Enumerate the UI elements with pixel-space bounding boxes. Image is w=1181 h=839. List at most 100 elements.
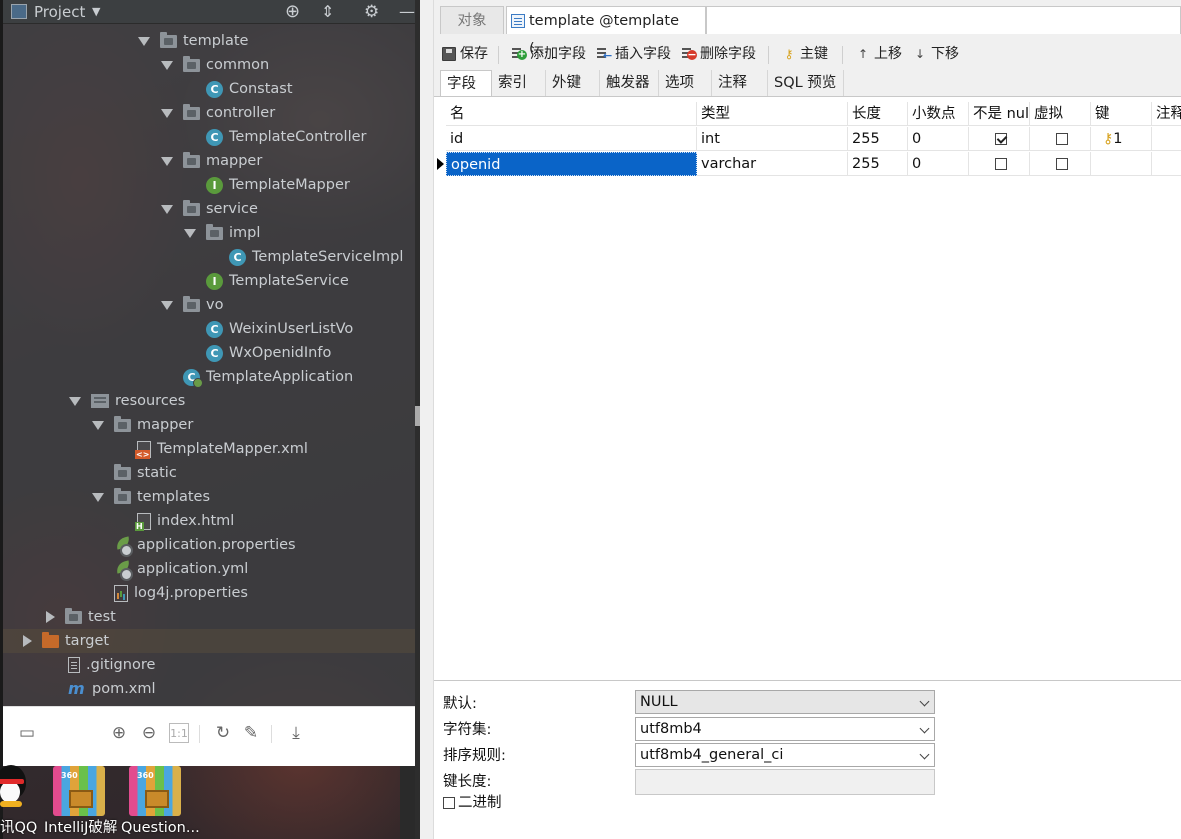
delete-field-button[interactable]: 删除字段 xyxy=(680,42,756,66)
virtual-checkbox[interactable] xyxy=(1056,133,1068,145)
collation-select[interactable]: utf8mb4_general_ci xyxy=(635,743,935,767)
move-up-button[interactable]: ↑ 上移 xyxy=(854,42,902,66)
tree-item[interactable]: <> TemplateMapper.xml xyxy=(115,437,308,461)
qq-label[interactable]: 讯QQ xyxy=(0,818,37,838)
pencil-icon[interactable]: ✎ xyxy=(241,723,261,743)
insert-field-button[interactable]: 插入字段 xyxy=(595,42,671,66)
tree-item[interactable]: templates xyxy=(92,485,210,509)
chevron-down-icon[interactable]: ▼ xyxy=(92,0,100,24)
cell-decimals[interactable]: 0 xyxy=(908,127,969,151)
tree-item[interactable]: I TemplateMapper xyxy=(184,173,350,197)
column-header-virtual[interactable]: 虚拟 xyxy=(1030,102,1091,126)
subtab-item[interactable]: 注释 xyxy=(712,70,768,96)
tree-item[interactable]: m pom.xml xyxy=(46,677,156,701)
zoom-out-icon[interactable]: ⊖ xyxy=(139,723,159,743)
tree-item[interactable]: C WeixinUserListVo xyxy=(184,317,353,341)
tree-item[interactable]: mapper xyxy=(92,413,193,437)
tree-item[interactable]: C Constast xyxy=(184,77,293,101)
tree-item[interactable]: impl xyxy=(184,221,260,245)
column-header-length[interactable]: 长度 xyxy=(848,102,908,126)
cell-not-null[interactable] xyxy=(969,152,1030,176)
actual-size-icon[interactable]: 1:1 xyxy=(169,723,189,743)
cell-length[interactable]: 255 xyxy=(848,152,908,176)
column-header-decimals[interactable]: 小数点 xyxy=(908,102,969,126)
subtab-item[interactable]: 外键 xyxy=(546,70,600,96)
cell-virtual[interactable] xyxy=(1030,127,1091,151)
collapse-arrow-icon[interactable] xyxy=(23,635,32,647)
column-header-not-null[interactable]: 不是 nul xyxy=(969,102,1030,126)
cell-key[interactable] xyxy=(1091,152,1152,176)
tree-item[interactable]: static xyxy=(92,461,177,485)
minimize-icon[interactable]: — xyxy=(399,0,415,24)
tree-item[interactable]: application.properties xyxy=(92,533,296,557)
charset-select[interactable]: utf8mb4 xyxy=(635,717,935,741)
column-header-name[interactable]: 名 xyxy=(446,102,697,126)
tree-item[interactable]: common xyxy=(161,53,269,77)
cell-name[interactable]: id xyxy=(446,127,697,151)
collapse-arrow-icon[interactable] xyxy=(46,611,55,623)
tree-item[interactable]: resources xyxy=(69,389,185,413)
cell-key[interactable]: ⚷1 xyxy=(1091,127,1152,151)
download-icon[interactable]: ⤓ xyxy=(286,723,306,743)
move-down-button[interactable]: ↓ 下移 xyxy=(911,42,959,66)
gear-icon[interactable]: ⚙ xyxy=(364,0,379,24)
tree-item[interactable]: target xyxy=(3,629,415,653)
tree-item[interactable]: vo xyxy=(161,293,223,317)
column-header-key[interactable]: 键 xyxy=(1091,102,1152,126)
cell-length[interactable]: 255 xyxy=(848,127,908,151)
expand-arrow-icon[interactable] xyxy=(69,396,81,406)
cell-comment[interactable] xyxy=(1152,127,1181,151)
intellij-crack-label[interactable]: IntelliJ破解 xyxy=(44,818,117,838)
tree-item[interactable]: C WxOpenidInfo xyxy=(184,341,331,365)
subtab-item[interactable]: 索引 xyxy=(492,70,546,96)
question-archive-label[interactable]: Question... xyxy=(121,818,200,838)
expand-arrow-icon[interactable] xyxy=(92,420,104,430)
winrar-icon[interactable]: 360 xyxy=(129,766,181,816)
primary-key-button[interactable]: ⚷ 主键 xyxy=(780,42,828,66)
zoom-in-icon[interactable]: ⊕ xyxy=(109,723,129,743)
cell-type[interactable]: int xyxy=(697,127,848,151)
tab-template-design[interactable]: template @template (... xyxy=(506,6,706,57)
expand-arrow-icon[interactable] xyxy=(161,204,173,214)
expand-arrow-icon[interactable] xyxy=(184,228,196,238)
cell-decimals[interactable]: 0 xyxy=(908,152,969,176)
subtab-item[interactable]: 选项 xyxy=(659,70,712,96)
column-header-type[interactable]: 类型 xyxy=(697,102,848,126)
rotate-icon[interactable]: ↻ xyxy=(213,723,233,743)
subtab-item[interactable]: 触发器 xyxy=(600,70,659,96)
save-button[interactable]: 保存 xyxy=(440,42,488,66)
tree-item[interactable]: controller xyxy=(161,101,275,125)
subtab-item[interactable]: 字段 xyxy=(440,70,492,97)
winrar-icon[interactable]: 360 xyxy=(53,766,105,816)
column-header-comment[interactable]: 注释 xyxy=(1152,102,1181,126)
cell-type[interactable]: varchar xyxy=(697,152,848,176)
expand-arrow-icon[interactable] xyxy=(161,108,173,118)
not-null-checkbox[interactable] xyxy=(995,158,1007,170)
binary-checkbox[interactable] xyxy=(443,797,455,809)
tree-item[interactable]: mapper xyxy=(161,149,262,173)
tree-item[interactable]: service xyxy=(161,197,258,221)
tree-item[interactable]: application.yml xyxy=(92,557,248,581)
thumbnail-icon[interactable]: ▭ xyxy=(17,723,37,743)
tree-item[interactable]: template xyxy=(138,29,248,53)
add-field-button[interactable]: 添加字段 xyxy=(510,42,586,66)
tab-objects[interactable]: 对象 xyxy=(440,6,504,34)
cell-name[interactable]: openid xyxy=(446,152,697,176)
qq-icon[interactable] xyxy=(0,763,28,815)
cell-virtual[interactable] xyxy=(1030,152,1091,176)
tree-item[interactable]: I TemplateService xyxy=(184,269,349,293)
tree-item[interactable]: C TemplateApplication xyxy=(161,365,353,389)
tree-item[interactable]: C TemplateServiceImpl xyxy=(207,245,403,269)
tree-item[interactable]: .gitignore xyxy=(46,653,155,677)
collapse-all-icon[interactable]: ⇕ xyxy=(321,0,334,24)
expand-arrow-icon[interactable] xyxy=(138,36,150,46)
expand-arrow-icon[interactable] xyxy=(161,300,173,310)
cell-not-null[interactable] xyxy=(969,127,1030,151)
locate-target-icon[interactable]: ⊕ xyxy=(285,0,300,24)
tree-item[interactable]: Hindex.html xyxy=(115,509,234,533)
subtab-item[interactable]: SQL 预览 xyxy=(768,70,844,96)
binary-option[interactable]: 二进制 xyxy=(443,792,502,814)
default-select[interactable]: NULL xyxy=(635,690,935,714)
not-null-checkbox[interactable] xyxy=(995,133,1007,145)
tree-item[interactable]: C TemplateController xyxy=(184,125,367,149)
